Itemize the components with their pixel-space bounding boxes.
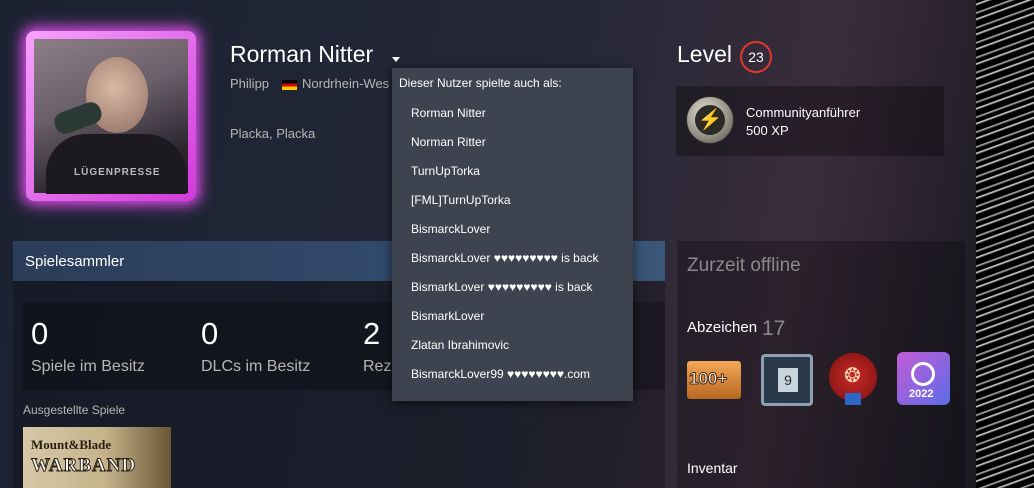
alias-item: BismarkLover — [411, 309, 485, 323]
profile-summary: Placka, Placka — [230, 126, 316, 141]
featured-games-label: Ausgestellte Spiele — [23, 403, 126, 417]
real-name: Philipp — [230, 76, 270, 91]
location: Nordrhein-Wes — [302, 76, 390, 91]
stat-label: Spiele im Besitz — [31, 358, 145, 375]
avatar[interactable]: LÜGENPRESSE — [26, 31, 196, 201]
stat-dlcs-owned[interactable]: 0 DLCs im Besitz — [201, 316, 310, 376]
100-plus-badge-icon[interactable]: 100+ — [687, 361, 741, 399]
stat-value: 0 — [201, 316, 219, 351]
alias-dropdown-caret-icon[interactable] — [392, 57, 400, 62]
wax-seal-ribbon — [845, 393, 861, 405]
avatar-bottle — [51, 99, 105, 137]
favorite-badge[interactable]: ⚡ Communityanführer 500 XP — [676, 86, 944, 156]
featured-game-title-line1: Mount&Blade — [31, 437, 112, 452]
alias-dropdown-title: Dieser Nutzer spielte auch als: — [399, 76, 562, 90]
alias-item: Rorman Nitter — [411, 106, 486, 120]
level-badge[interactable]: 23 — [740, 41, 772, 73]
avatar-image: LÜGENPRESSE — [34, 39, 188, 194]
alias-item: TurnUpTorka — [411, 164, 480, 178]
favorite-badge-name: Communityanführer — [746, 105, 861, 120]
alias-item: BismarkLover ♥♥♥♥♥♥♥♥♥ is back — [411, 280, 593, 294]
stat-reviews[interactable]: 2 Rez — [363, 316, 391, 376]
profile-name[interactable]: Rorman Nitter — [230, 41, 373, 68]
avatar-shirt-text: LÜGENPRESSE — [74, 167, 161, 178]
calendar-badge-icon[interactable]: 9 — [761, 354, 813, 406]
badges-link[interactable]: Abzeichen — [687, 319, 757, 336]
alias-item: Norman Ritter — [411, 135, 486, 149]
steam-2022-badge-icon[interactable]: 2022 — [897, 352, 950, 405]
profile-sidebar: Zurzeit offline Abzeichen 17 100+ 9 ❂ 20… — [677, 241, 965, 488]
stat-games-owned[interactable]: 0 Spiele im Besitz — [31, 316, 145, 376]
alias-history-dropdown: Dieser Nutzer spielte auch als: Rorman N… — [392, 68, 633, 401]
stat-label: DLCs im Besitz — [201, 358, 311, 375]
community-leader-badge-icon: ⚡ — [686, 96, 734, 144]
showcase-title: Spielesammler — [25, 253, 125, 270]
avatar-shirt — [46, 134, 186, 194]
online-status: Zurzeit offline — [687, 255, 801, 276]
alias-item: BismarckLover ♥♥♥♥♥♥♥♥♥ is back — [411, 251, 599, 265]
germany-flag-icon — [282, 80, 297, 90]
level-label: Level — [677, 41, 732, 67]
stat-label: Rez — [363, 358, 392, 375]
favorite-badge-xp: 500 XP — [746, 123, 789, 138]
inventory-link[interactable]: Inventar — [687, 460, 738, 476]
stat-value: 2 — [363, 316, 381, 351]
stat-value: 0 — [31, 316, 49, 351]
alias-item: Zlatan Ibrahimovic — [411, 338, 510, 352]
alias-item: BismarckLover99 ♥♥♥♥♥♥♥♥.com — [411, 367, 591, 381]
badges-count[interactable]: 17 — [762, 317, 785, 341]
featured-game-title-line2: WARBAND — [30, 455, 137, 477]
alias-item: [FML]TurnUpTorka — [411, 193, 511, 207]
background-streaks — [976, 0, 1034, 488]
alias-item: BismarckLover — [411, 222, 491, 236]
featured-game-capsule[interactable]: Mount&Blade WARBAND — [23, 427, 171, 488]
